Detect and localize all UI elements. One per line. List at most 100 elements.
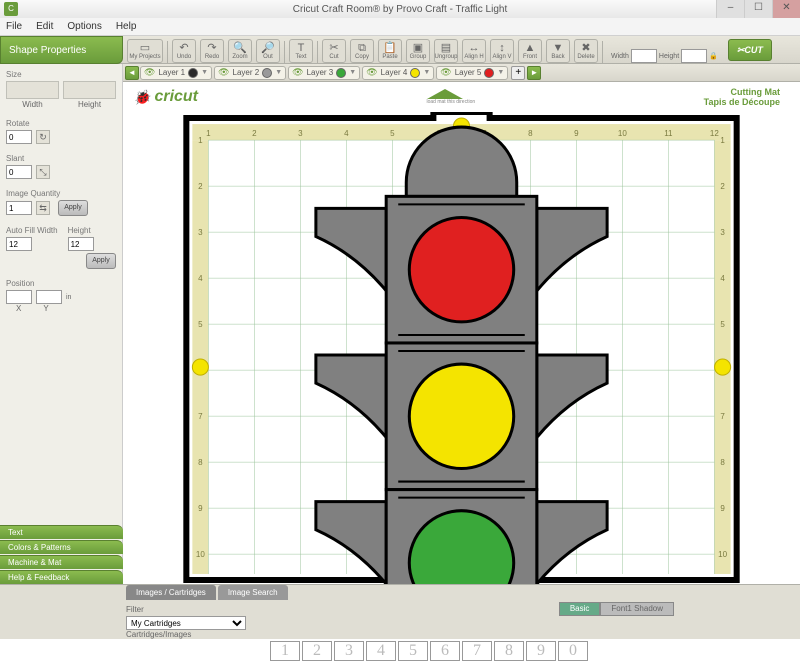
width-label: Width — [611, 53, 629, 60]
glyph-6[interactable]: 6 — [430, 641, 460, 661]
layer-tab-1[interactable]: 👁Layer 1▼ — [140, 66, 212, 80]
svg-text:1: 1 — [198, 136, 203, 145]
apply-qty-button[interactable]: Apply — [58, 200, 88, 216]
slant-icon[interactable]: ⤡ — [36, 165, 50, 179]
folder-icon: ▭ — [140, 43, 150, 54]
glyph-1[interactable]: 1 — [270, 641, 300, 661]
glyph-9[interactable]: 9 — [526, 641, 556, 661]
svg-text:5: 5 — [390, 129, 395, 138]
layer-tab-4[interactable]: 👁Layer 4▼ — [362, 66, 434, 80]
minimize-button[interactable]: – — [716, 0, 744, 18]
text-tool-button[interactable]: TText — [289, 39, 313, 63]
add-layer-button[interactable]: + — [511, 66, 525, 80]
zoom-button[interactable]: 🔍Zoom — [228, 39, 252, 63]
maximize-button[interactable]: ☐ — [744, 0, 772, 18]
layer-tab-2[interactable]: 👁Layer 2▼ — [214, 66, 286, 80]
top-toolbar: Shape Properties ▭My Projects ↶Undo ↷Red… — [0, 36, 800, 64]
align-h-icon: ↔ — [469, 43, 480, 54]
tab-images-cartridges[interactable]: Images / Cartridges — [126, 585, 216, 600]
ungroup-button[interactable]: ▤Ungroup — [434, 39, 458, 63]
position-label: Position — [6, 279, 116, 288]
brand-logo: 🐞cricut — [133, 88, 198, 106]
width-input[interactable] — [631, 49, 657, 63]
chevron-down-icon[interactable]: ▼ — [275, 69, 282, 76]
mode-basic-button[interactable]: Basic — [559, 602, 601, 616]
lock-aspect-icon[interactable]: 🔒 — [709, 52, 718, 60]
filter-select[interactable]: My Cartridges — [126, 616, 246, 630]
svg-text:7: 7 — [198, 412, 203, 421]
bring-front-button[interactable]: ▲Front — [518, 39, 542, 63]
layers-next-button[interactable]: ► — [527, 66, 541, 80]
slant-input[interactable] — [6, 165, 32, 179]
cutting-mat[interactable]: 1112223334445556667778889991010101111111… — [133, 112, 790, 584]
shape-properties-panel: Size Width Height Rotate ↻ Slant ⤡ Image… — [0, 64, 123, 584]
undo-button[interactable]: ↶Undo — [172, 39, 196, 63]
zoom-out-button[interactable]: 🔎Out — [256, 39, 280, 63]
red-light[interactable] — [409, 217, 513, 321]
paste-button[interactable]: 📋Paste — [378, 39, 402, 63]
glyph-5[interactable]: 5 — [398, 641, 428, 661]
group-button[interactable]: ▣Group — [406, 39, 430, 63]
align-h-button[interactable]: ↔Align H — [462, 39, 486, 63]
glyph-7[interactable]: 7 — [462, 641, 492, 661]
cut-button[interactable]: ✂Cut — [322, 39, 346, 63]
menu-options[interactable]: Options — [67, 21, 101, 32]
chevron-down-icon[interactable]: ▼ — [349, 69, 356, 76]
svg-text:8: 8 — [198, 458, 203, 467]
glyph-2[interactable]: 2 — [302, 641, 332, 661]
delete-button[interactable]: ✖Delete — [574, 39, 598, 63]
glyph-4[interactable]: 4 — [366, 641, 396, 661]
link-icon[interactable]: ⇆ — [36, 201, 50, 215]
help-panel-button[interactable]: Help & Feedback — [0, 570, 123, 584]
go-cut-button[interactable]: ✂CUT — [728, 39, 772, 61]
rotate-icon[interactable]: ↻ — [36, 130, 50, 144]
size-preview — [63, 81, 116, 99]
layer-tab-3[interactable]: 👁Layer 3▼ — [288, 66, 360, 80]
image-qty-label: Image Quantity — [6, 189, 116, 198]
menu-edit[interactable]: Edit — [36, 21, 53, 32]
glyph-0[interactable]: 0 — [558, 641, 588, 661]
height-label: Height — [659, 53, 679, 60]
autofill-width-input[interactable] — [6, 237, 32, 251]
layers-prev-button[interactable]: ◄ — [125, 66, 139, 80]
position-y-input[interactable] — [36, 290, 62, 304]
send-back-button[interactable]: ▼Back — [546, 39, 570, 63]
chevron-down-icon[interactable]: ▼ — [201, 69, 208, 76]
layer-bar: ◄ 👁Layer 1▼👁Layer 2▼👁Layer 3▼👁Layer 4▼👁L… — [123, 64, 800, 82]
svg-text:3: 3 — [720, 228, 725, 237]
apply-fill-button[interactable]: Apply — [86, 253, 116, 269]
height-input[interactable] — [681, 49, 707, 63]
layer-tab-5[interactable]: 👁Layer 5▼ — [436, 66, 508, 80]
chevron-down-icon[interactable]: ▼ — [497, 69, 504, 76]
eye-icon: 👁 — [218, 67, 229, 78]
yellow-light[interactable] — [409, 364, 513, 468]
mode-shadow-button[interactable]: Font1 Shadow — [600, 602, 674, 616]
image-qty-input[interactable] — [6, 201, 32, 215]
autofill-height-input[interactable] — [68, 237, 94, 251]
menu-file[interactable]: File — [6, 21, 22, 32]
tab-image-search[interactable]: Image Search — [218, 585, 288, 600]
chevron-down-icon[interactable]: ▼ — [423, 69, 430, 76]
rotate-label: Rotate — [6, 119, 116, 128]
close-button[interactable]: ✕ — [772, 0, 800, 18]
glyph-3[interactable]: 3 — [334, 641, 364, 661]
slant-label: Slant — [6, 154, 116, 163]
colors-panel-button[interactable]: Colors & Patterns — [0, 540, 123, 554]
machine-panel-button[interactable]: Machine & Mat — [0, 555, 123, 569]
cut-icon: ✂ — [329, 43, 338, 54]
my-projects-button[interactable]: ▭My Projects — [127, 39, 163, 63]
rotate-input[interactable] — [6, 130, 32, 144]
menu-help[interactable]: Help — [116, 21, 137, 32]
svg-text:8: 8 — [720, 458, 725, 467]
eye-icon: 👁 — [292, 67, 303, 78]
redo-button[interactable]: ↷Redo — [200, 39, 224, 63]
mat-header: 🐞cricut load mat this direction Cutting … — [123, 82, 800, 112]
text-panel-button[interactable]: Text — [0, 525, 123, 539]
copy-button[interactable]: ⧉Copy — [350, 39, 374, 63]
glyph-8[interactable]: 8 — [494, 641, 524, 661]
text-icon: T — [298, 43, 305, 54]
layer-name: Layer 4 — [381, 68, 408, 77]
position-x-input[interactable] — [6, 290, 32, 304]
traffic-light-design[interactable] — [316, 127, 607, 584]
align-v-button[interactable]: ↕Align V — [490, 39, 514, 63]
